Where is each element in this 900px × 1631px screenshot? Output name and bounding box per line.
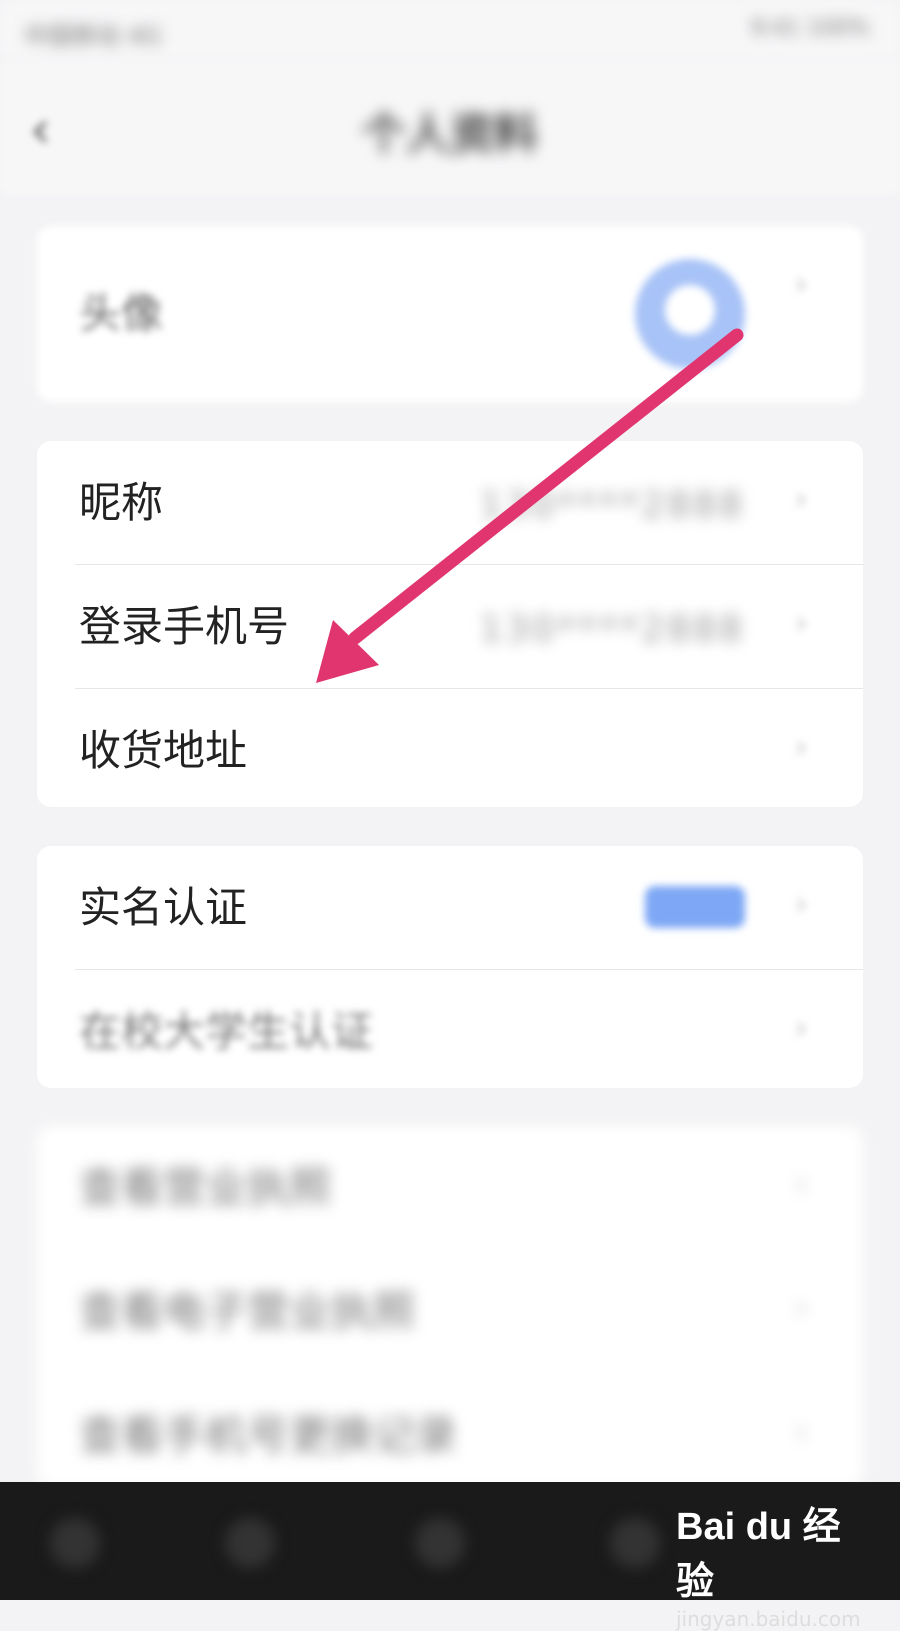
chevron-right-icon: ›: [794, 884, 808, 924]
home-nav-icon[interactable]: [415, 1518, 465, 1568]
status-badge: [645, 886, 745, 928]
real-name-row[interactable]: 实名认证 ›: [37, 846, 863, 970]
chevron-right-icon: ›: [794, 1412, 808, 1452]
phone-label: 登录手机号: [79, 602, 290, 651]
address-label: 收货地址: [79, 726, 248, 775]
avatar-card: 头像 ›: [37, 226, 863, 402]
chevron-right-icon: ›: [794, 1008, 808, 1048]
chevron-right-icon: ›: [794, 264, 808, 304]
chevron-right-icon: ›: [794, 479, 808, 519]
watermark: Bai du 经验 jingyan.baidu.com: [676, 1495, 861, 1631]
watermark-logo: Bai du 经验: [676, 1506, 841, 1603]
more-card: 查看营业执照 › 查看电子营业执照 › 查看手机号更换记录 ›: [37, 1126, 863, 1486]
user-icon: [665, 285, 715, 335]
list-item-label: 查看手机号更换记录: [79, 1411, 458, 1460]
profile-card: 昵称 130****2888 › 登录手机号 130****2888 › 收货地…: [37, 441, 863, 807]
menu-nav-icon[interactable]: [225, 1518, 275, 1568]
back-nav-icon[interactable]: [50, 1518, 100, 1568]
chevron-right-icon: ›: [794, 1164, 808, 1204]
phone-row[interactable]: 登录手机号 130****2888 ›: [37, 565, 863, 689]
avatar-label: 头像: [79, 289, 164, 338]
list-item[interactable]: 查看电子营业执照 ›: [37, 1250, 863, 1374]
nickname-label: 昵称: [79, 478, 164, 527]
status-icons-text: 9:41 100%: [750, 16, 870, 41]
student-label: 在校大学生认证: [79, 1007, 374, 1056]
real-name-label: 实名认证: [79, 883, 248, 932]
nickname-row[interactable]: 昵称 130****2888 ›: [37, 441, 863, 565]
chevron-right-icon: ›: [794, 727, 808, 767]
phone-value: 130****2888: [479, 609, 745, 650]
address-row[interactable]: 收货地址 ›: [37, 689, 863, 813]
avatar-row[interactable]: 头像 ›: [37, 226, 863, 402]
watermark-url: jingyan.baidu.com: [676, 1607, 861, 1631]
student-row[interactable]: 在校大学生认证 ›: [37, 970, 863, 1094]
list-item[interactable]: 查看营业执照 ›: [37, 1126, 863, 1250]
carrier-text: 中国移动 4G: [24, 22, 162, 50]
status-bar: 中国移动 4G 9:41 100%: [0, 0, 900, 60]
chevron-right-icon: ›: [794, 1288, 808, 1328]
list-item-label: 查看电子营业执照: [79, 1287, 416, 1336]
nickname-value: 130****2888: [479, 485, 745, 526]
avatar[interactable]: [635, 259, 745, 369]
list-item-label: 查看营业执照: [79, 1163, 332, 1212]
page-title: 个人资料: [362, 109, 538, 160]
list-item[interactable]: 查看手机号更换记录 ›: [37, 1374, 863, 1498]
verification-card: 实名认证 › 在校大学生认证 ›: [37, 846, 863, 1088]
recent-nav-icon[interactable]: [610, 1518, 660, 1568]
chevron-right-icon: ›: [794, 603, 808, 643]
